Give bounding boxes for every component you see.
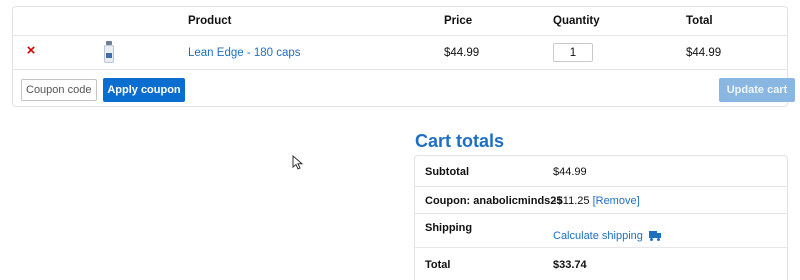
mouse-cursor-icon [292,155,304,170]
cart-item-row: × Lean Edge - 180 caps $44.99 $44.99 [13,36,787,70]
truck-icon[interactable] [648,231,661,241]
product-thumbnail[interactable] [104,41,114,63]
total-row: Total $33.74 [415,248,787,280]
cart-table: Product Price Quantity Total × Lean Edge… [12,6,795,107]
total-label: Total [425,259,451,271]
column-header-total: Total [686,15,713,27]
cart-totals-title: Cart totals [415,131,505,151]
item-price: $44.99 [444,47,480,59]
column-header-price: Price [444,15,473,27]
total-value: $33.74 [553,259,587,271]
quantity-input[interactable] [553,43,593,62]
subtotal-value: $44.99 [553,166,587,178]
apply-coupon-button[interactable]: Apply coupon [103,78,185,102]
shipping-row: Shipping Calculate shipping [415,214,787,248]
shipping-value-cell: Calculate shipping [553,230,661,242]
item-total: $44.99 [686,47,722,59]
subtotal-label: Subtotal [425,166,469,178]
remove-item-icon[interactable]: × [24,43,38,58]
coupon-row: Coupon: anabolicminds25 -$11.25 [Remove] [415,187,787,214]
column-header-product: Product [188,15,232,27]
update-cart-button[interactable]: Update cart [719,78,795,102]
remove-coupon-link[interactable]: [Remove] [593,195,640,207]
coupon-label: Coupon: anabolicminds25 [425,195,563,207]
coupon-code-input[interactable] [21,79,97,101]
coupon-value-cell: -$11.25 [Remove] [553,195,640,207]
coupon-discount-value: -$11.25 [553,195,590,207]
subtotal-row: Subtotal $44.99 [415,156,787,187]
calculate-shipping-link[interactable]: Calculate shipping [553,230,643,242]
product-name-link[interactable]: Lean Edge - 180 caps [188,47,301,59]
column-header-quantity: Quantity [553,15,600,27]
shipping-label: Shipping [425,222,473,234]
cart-table-header: Product Price Quantity Total [13,7,787,36]
cart-totals-table: Subtotal $44.99 Coupon: anabolicminds25 … [414,155,788,280]
